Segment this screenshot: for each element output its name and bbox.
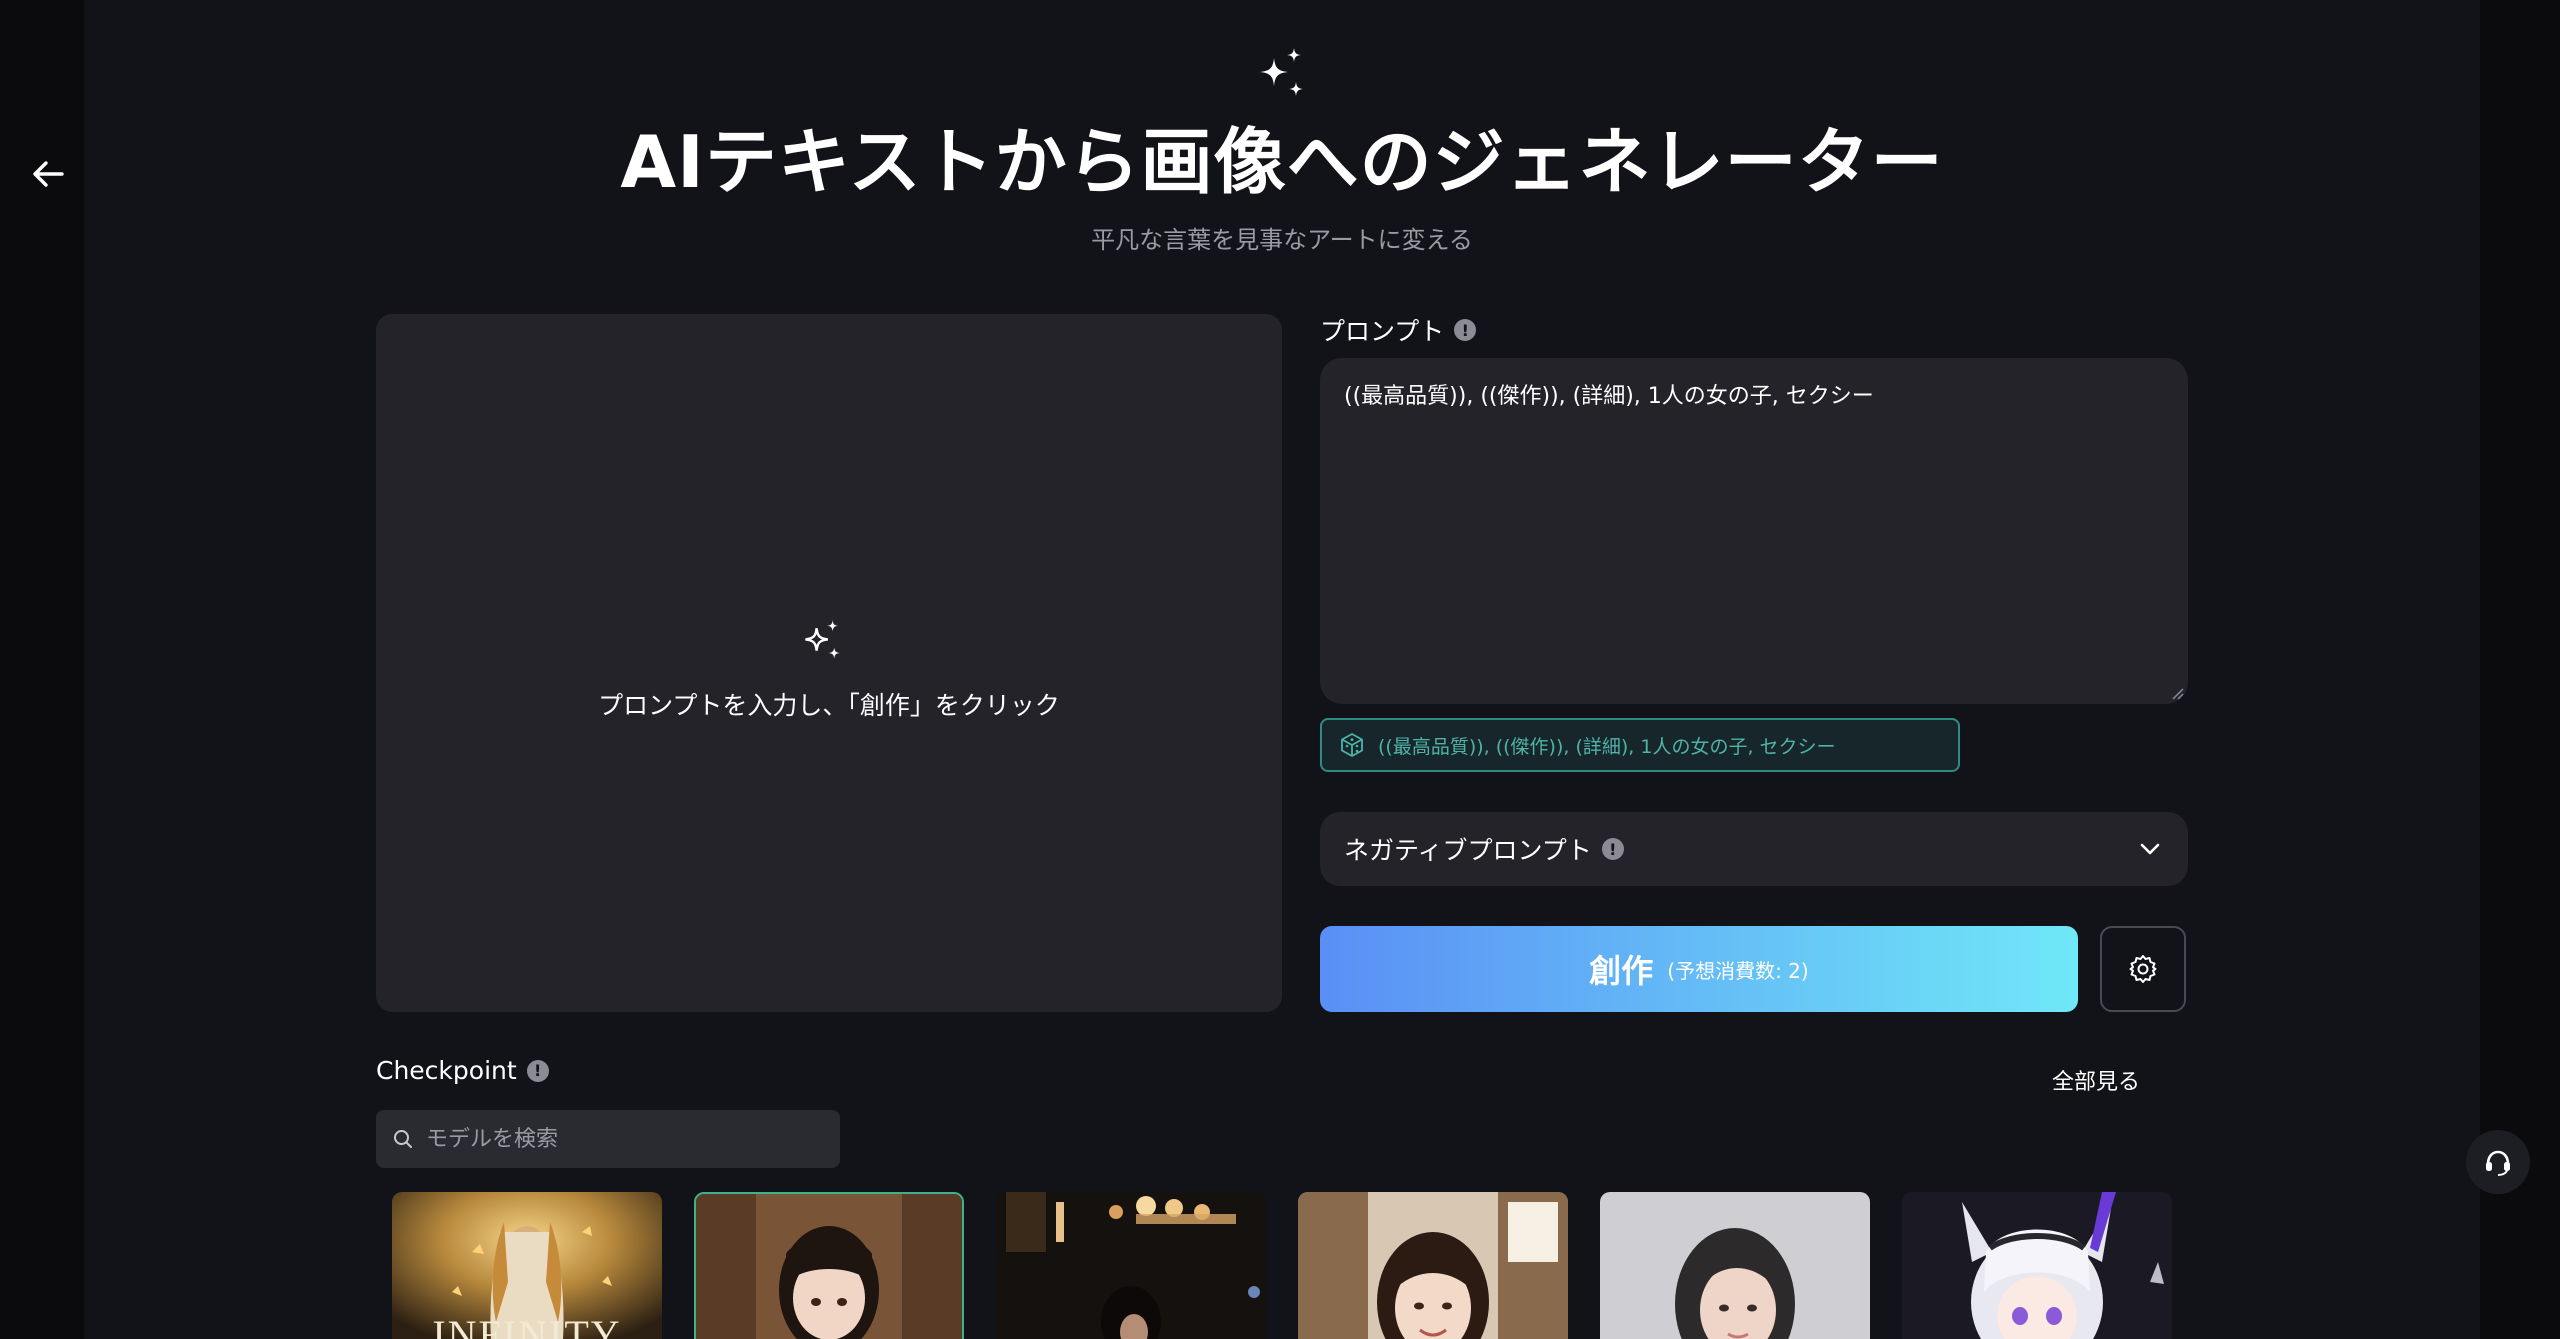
back-button[interactable] (22, 148, 74, 200)
model-card-infinity[interactable]: INFINITY (392, 1192, 662, 1339)
prompt-suggestion-chip[interactable]: ((最高品質)), ((傑作)), (詳細), 1人の女の子, セクシー (1320, 718, 1960, 772)
infinity-logo-text: INFINITY (432, 1312, 621, 1339)
customer-support-button[interactable] (2466, 1130, 2530, 1194)
see-all-link[interactable]: 全部見る (2052, 1064, 2140, 1096)
prompt-input[interactable] (1320, 358, 2188, 704)
model-thumbnail (696, 1194, 962, 1339)
arrow-left-icon (33, 161, 64, 187)
left-gutter (0, 0, 84, 1339)
model-card-realistic-portrait[interactable] (1600, 1192, 1870, 1339)
model-thumbnail (996, 1192, 1266, 1339)
chevron-down-icon (2140, 843, 2160, 855)
image-preview-area: プロンプトを入力し、「創作」をクリック (376, 314, 1282, 1012)
info-icon[interactable]: ! (1601, 838, 1624, 860)
create-button[interactable]: 創作 (予想消費数: 2) (1320, 926, 2078, 1012)
model-card-city-night[interactable] (996, 1192, 1266, 1339)
info-icon[interactable]: ! (1454, 319, 1477, 341)
suggestion-text: ((最高品質)), ((傑作)), (詳細), 1人の女の子, セクシー (1378, 735, 1836, 758)
headset-icon (2486, 1150, 2510, 1176)
dice-icon (1341, 733, 1363, 757)
sparkle-icon (805, 620, 840, 659)
model-card-girl-portrait[interactable] (694, 1192, 964, 1339)
model-thumbnail (1298, 1192, 1568, 1339)
model-thumbnail: INFINITY (392, 1192, 662, 1339)
model-search-box[interactable] (376, 1110, 840, 1168)
model-card-smiling-girl[interactable] (1298, 1192, 1568, 1339)
prompt-label: プロンプト (1320, 317, 1445, 346)
info-icon[interactable]: ! (526, 1059, 549, 1082)
sparkle-icon (1260, 48, 1303, 96)
checkpoint-label-row: Checkpoint ! (376, 1056, 549, 1085)
model-search-input[interactable] (424, 1125, 828, 1153)
search-icon (394, 1130, 412, 1148)
create-button-label: 創作 (1589, 952, 1654, 990)
prompt-label-row: プロンプト ! (1320, 312, 1477, 348)
settings-button[interactable] (2100, 926, 2186, 1012)
page-title: AIテキストから画像へのジェネレーター (620, 120, 1944, 204)
create-cost-estimate: (予想消費数: 2) (1667, 958, 1809, 983)
main-panel: AIテキストから画像へのジェネレーター 平凡な言葉を見事なアートに変える プロン… (84, 0, 2480, 1339)
preview-hint: プロンプトを入力し、「創作」をクリック (598, 691, 1060, 720)
page-subtitle: 平凡な言葉を見事なアートに変える (1091, 226, 1473, 254)
model-card-anime-girl[interactable] (1902, 1192, 2172, 1339)
gear-icon (2129, 955, 2157, 983)
model-thumbnail (1902, 1192, 2172, 1339)
negative-prompt-dropdown[interactable]: ネガティブプロンプト ! (1320, 812, 2188, 886)
checkpoint-label: Checkpoint (376, 1056, 517, 1085)
resize-handle-icon[interactable] (2170, 686, 2184, 700)
negative-prompt-label: ネガティブプロンプト (1344, 836, 1592, 865)
model-thumbnail (1600, 1192, 1870, 1339)
